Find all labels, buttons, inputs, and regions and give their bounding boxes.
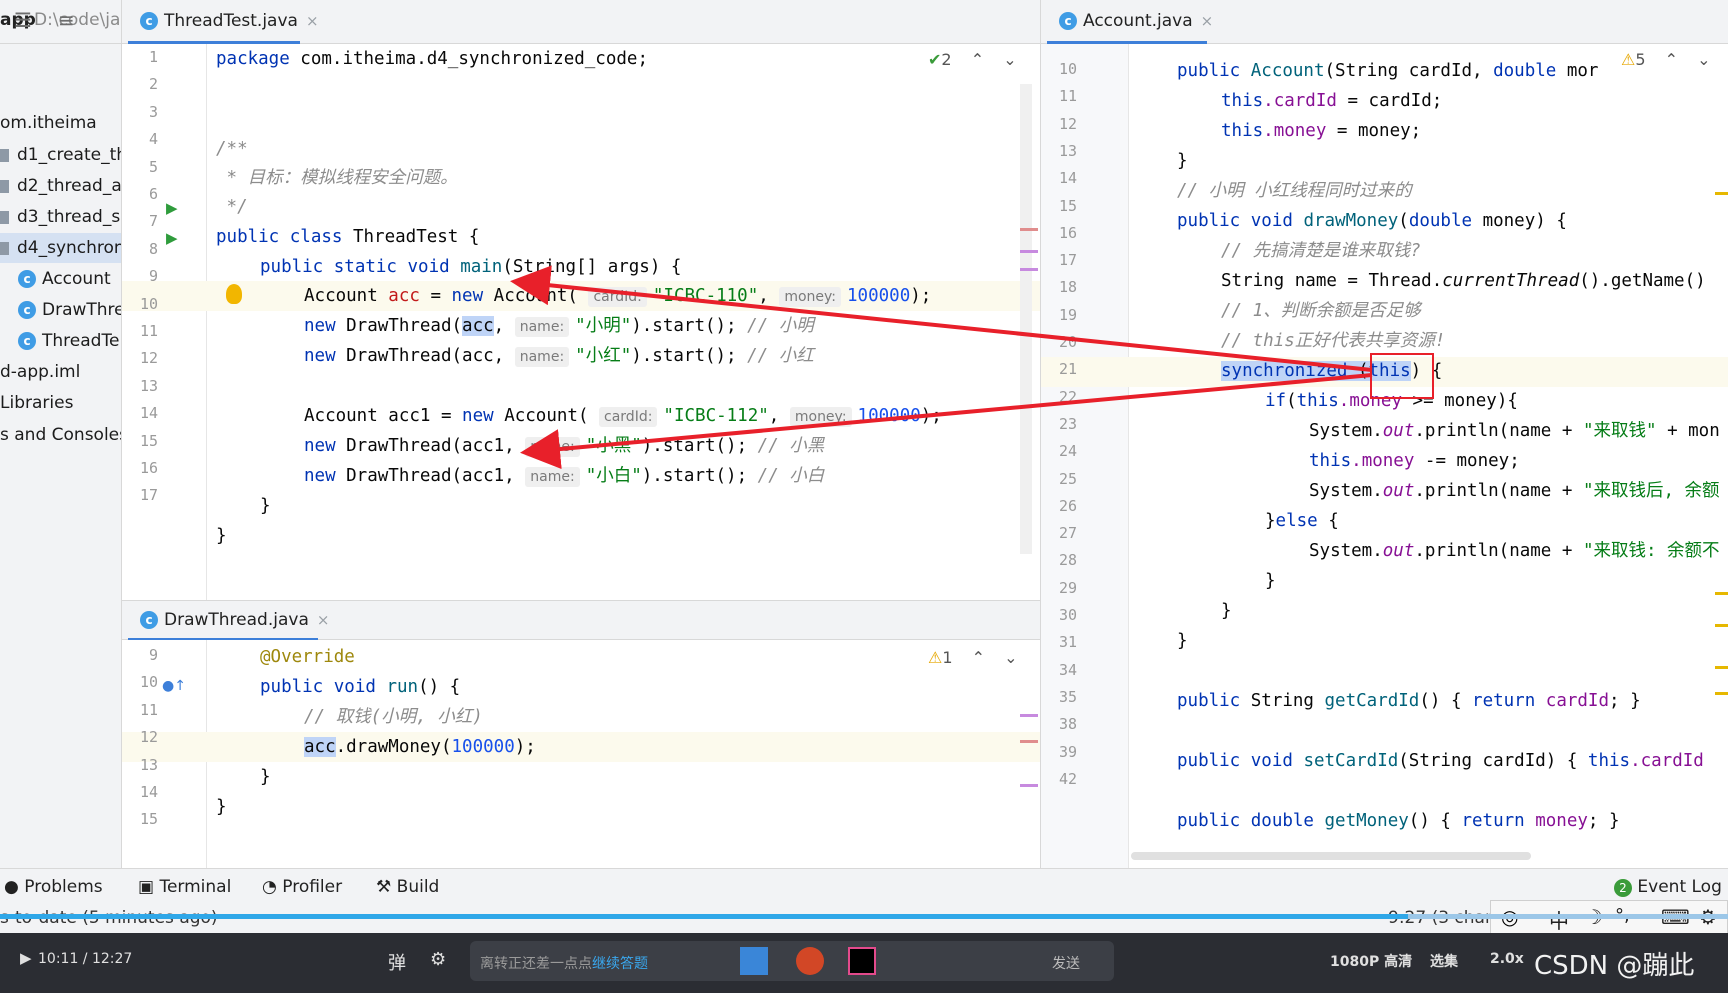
playback-time: 10:11 / 12:27	[38, 951, 133, 967]
powerpoint-icon[interactable]	[796, 947, 824, 975]
tool-label: Build	[396, 877, 440, 897]
terminal-tool-button[interactable]: ▣ Terminal	[138, 869, 231, 905]
tool-label: Terminal	[159, 877, 232, 897]
danmu-settings-icon[interactable]: ⚙	[430, 949, 446, 970]
intellij-icon[interactable]	[848, 947, 876, 975]
windows-start-icon[interactable]	[740, 947, 768, 975]
status-bar: s-to-date (5 minutes ago) 9:27 (3 chars	[0, 904, 1728, 936]
hammer-icon: ⚒	[376, 877, 392, 897]
danmu-toggle-icon[interactable]: 弹	[388, 949, 406, 975]
tool-label: Profiler	[282, 877, 343, 897]
danmu-placeholder: 离转正还差一点点	[480, 956, 592, 972]
progress-track[interactable]	[0, 914, 1728, 919]
annotation-arrows	[510, 265, 1373, 470]
problems-tool-button[interactable]: ● Problems	[4, 869, 103, 905]
terminal-icon: ▣	[138, 877, 155, 897]
tool-window-bar: ● Problems ▣ Terminal ◔ Profiler ⚒ Build…	[0, 868, 1728, 904]
video-player-bar: ▶ 10:11 / 12:27 弹 ⚙ 离转正还差一点点 继续答题 发送 108…	[0, 933, 1728, 993]
play-icon[interactable]: ▶	[20, 949, 32, 967]
profiler-icon: ◔	[262, 877, 277, 897]
tool-label: Event Log	[1637, 877, 1722, 897]
arrow-to-acc1	[520, 373, 1373, 470]
profiler-tool-button[interactable]: ◔ Profiler	[262, 869, 342, 905]
tool-label: Problems	[24, 877, 103, 897]
event-count-badge: 2	[1614, 879, 1632, 897]
info-icon: ●	[4, 877, 19, 897]
speed-selector[interactable]: 2.0x	[1490, 951, 1524, 967]
ime-language[interactable]: 中	[1549, 905, 1569, 934]
danmu-input[interactable]: 离转正还差一点点 继续答题 发送	[470, 941, 1114, 981]
progress-fill	[0, 914, 1409, 919]
watermark: CSDN @蹦此	[1534, 951, 1695, 981]
episodes-button[interactable]: 选集	[1430, 951, 1458, 971]
danmu-link[interactable]: 继续答题	[592, 953, 648, 973]
build-tool-button[interactable]: ⚒ Build	[376, 869, 439, 905]
send-button[interactable]: 发送	[1052, 953, 1080, 973]
arrow-to-acc	[510, 265, 1373, 372]
quality-selector[interactable]: 1080P 高清	[1330, 951, 1412, 971]
